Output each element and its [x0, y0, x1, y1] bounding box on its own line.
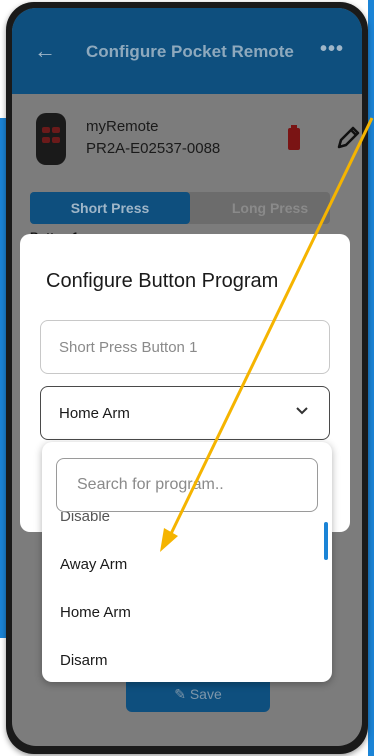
- dialog-title: Configure Button Program: [46, 270, 279, 292]
- press-type-tabs: Short Press Long Press: [30, 192, 330, 224]
- option-disarm[interactable]: Disarm: [60, 652, 108, 669]
- remote-name: myRemote: [86, 118, 159, 135]
- remote-header: myRemote PR2A-E02537-0088: [12, 94, 362, 186]
- save-icon: ✎: [174, 686, 186, 702]
- chevron-down-icon: [296, 407, 308, 415]
- button-name-placeholder: Short Press Button 1: [59, 339, 198, 356]
- program-search[interactable]: [56, 458, 318, 512]
- program-select-value: Home Arm: [59, 405, 130, 422]
- option-home-arm[interactable]: Home Arm: [60, 604, 131, 621]
- program-select[interactable]: Home Arm: [40, 386, 330, 440]
- background-blue-edge: [368, 0, 374, 756]
- option-away-arm[interactable]: Away Arm: [60, 556, 127, 573]
- remote-serial: PR2A-E02537-0088: [86, 140, 221, 157]
- program-dropdown: Disable Away Arm Home Arm Disarm: [42, 442, 332, 682]
- arrow-left-icon[interactable]: ←: [34, 38, 56, 64]
- button-name-field[interactable]: Short Press Button 1: [40, 320, 330, 374]
- battery-low-icon: [288, 125, 300, 150]
- remote-device-icon: [36, 113, 66, 165]
- pencil-icon[interactable]: [334, 124, 362, 152]
- tab-long-press[interactable]: Long Press: [210, 192, 330, 224]
- save-label: Save: [189, 686, 222, 702]
- tab-short-press[interactable]: Short Press: [30, 192, 190, 224]
- program-search-input[interactable]: [57, 459, 317, 511]
- more-dots-icon[interactable]: •••: [320, 38, 344, 61]
- page-title: Configure Pocket Remote: [86, 42, 294, 61]
- app-bar: ← Configure Pocket Remote •••: [12, 8, 362, 94]
- dropdown-scrollbar[interactable]: [324, 522, 328, 560]
